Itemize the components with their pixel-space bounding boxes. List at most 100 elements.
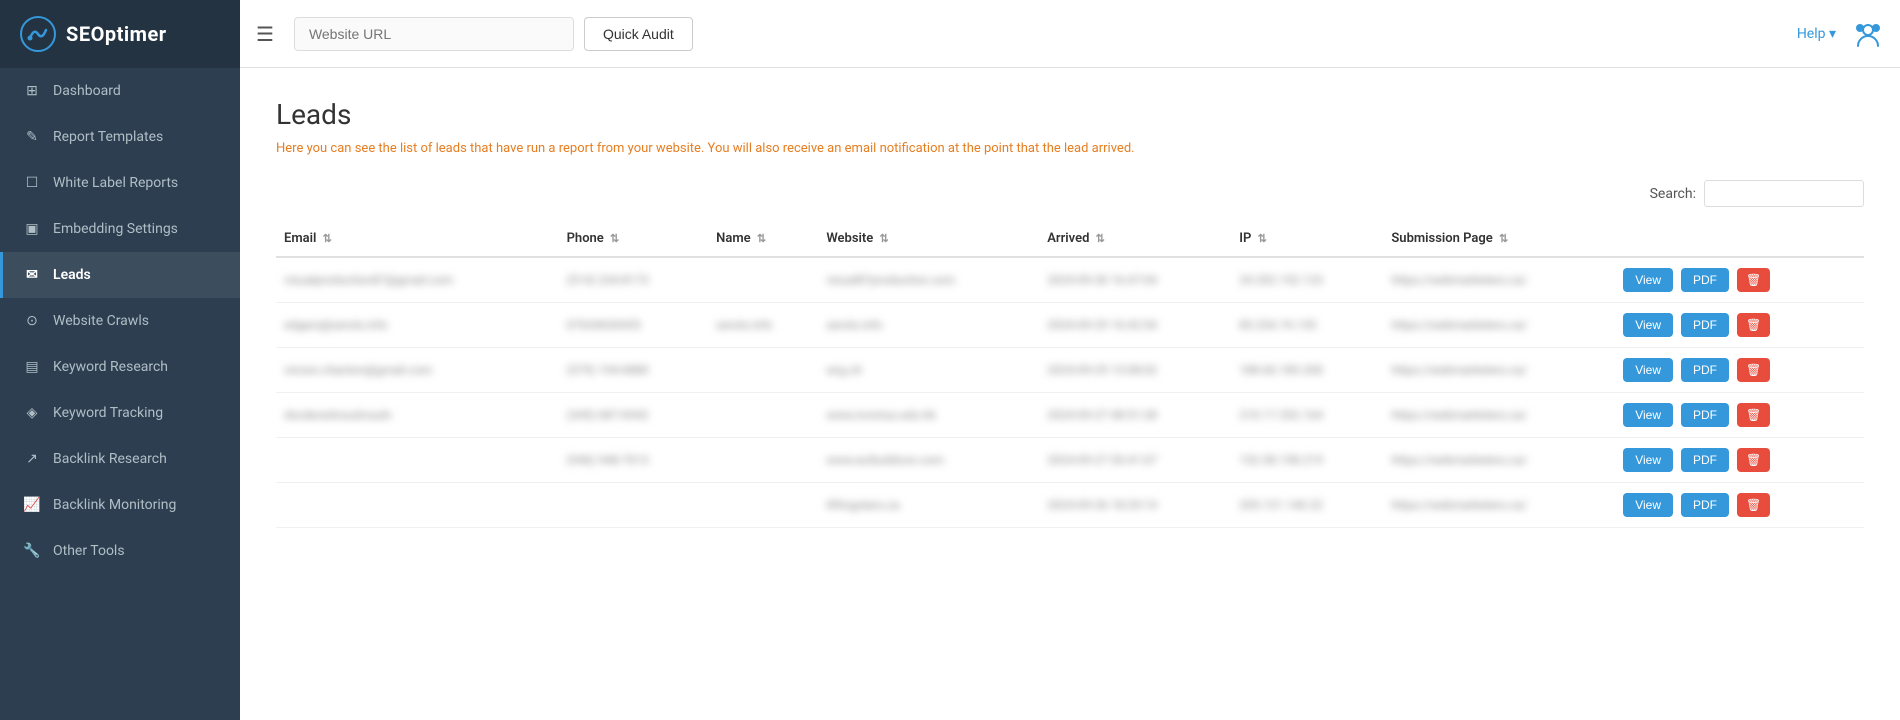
cell-email: dscdevedvsudvsudv [276,393,559,438]
sidebar-item-website-crawls[interactable]: ⊙ Website Crawls [0,298,240,344]
backlink-research-icon: ↗ [23,450,41,468]
col-ip[interactable]: IP ⇅ [1231,221,1383,257]
sidebar-item-label: Leads [53,267,91,283]
col-submission-page[interactable]: Submission Page ⇅ [1383,221,1615,257]
col-arrived[interactable]: Arrived ⇅ [1039,221,1231,257]
search-input[interactable] [1704,180,1864,207]
main-wrapper: ☰ Quick Audit Help ▾ Leads Here you can … [240,0,1900,720]
cell-ip: 85.254.74.135 [1231,303,1383,348]
delete-button[interactable]: 🗑 [1737,403,1770,427]
table-row: liftingstars.ca2024-09-26 18:29:14205.12… [276,483,1864,528]
sidebar-item-label: Other Tools [53,543,125,559]
col-email[interactable]: Email ⇅ [276,221,559,257]
delete-button[interactable]: 🗑 [1737,493,1770,517]
cell-ip: 210.17.252.164 [1231,393,1383,438]
sort-icon-name: ⇅ [757,232,766,245]
sidebar-item-label: Dashboard [53,83,121,99]
sidebar-item-label: Embedding Settings [53,221,178,237]
sidebar-item-label: Keyword Tracking [53,405,163,421]
cell-website: visual87production.com [818,257,1039,303]
cell-email: vincen.chanton@gmail.com [276,348,559,393]
pdf-button[interactable]: PDF [1681,403,1729,427]
cell-name: serols.info [708,303,818,348]
logo: SEOptimer [0,0,240,68]
quick-audit-button[interactable]: Quick Audit [584,17,693,51]
cell-actions: View PDF 🗑 [1615,257,1864,303]
cell-actions: View PDF 🗑 [1615,483,1864,528]
embedding-icon: ▣ [23,220,41,238]
hamburger-button[interactable]: ☰ [256,22,274,46]
sidebar-nav: ⊞ Dashboard ✎ Report Templates ☐ White L… [0,68,240,720]
sidebar-item-dashboard[interactable]: ⊞ Dashboard [0,68,240,114]
view-button[interactable]: View [1623,268,1673,292]
sort-icon-email: ⇅ [323,232,332,245]
delete-button[interactable]: 🗑 [1737,268,1770,292]
pdf-button[interactable]: PDF [1681,358,1729,382]
user-icon[interactable] [1852,18,1884,50]
cell-website: liftingstars.ca [818,483,1039,528]
table-body: visualproduction87@gmail.com(514) 234-81… [276,257,1864,528]
view-button[interactable]: View [1623,448,1673,472]
cell-name [708,393,818,438]
view-button[interactable]: View [1623,493,1673,517]
pdf-button[interactable]: PDF [1681,313,1729,337]
cell-ip: 152.58.198.219 [1231,438,1383,483]
delete-button[interactable]: 🗑 [1737,358,1770,382]
keyword-research-icon: ▤ [23,358,41,376]
cell-email: edgars@serols.info [276,303,559,348]
cell-phone [559,483,709,528]
page-title: Leads [276,98,1864,131]
col-phone[interactable]: Phone ⇅ [559,221,709,257]
cell-email [276,438,559,483]
cell-submission_page: https://webmarketers.ca/ [1383,393,1615,438]
cell-actions: View PDF 🗑 [1615,393,1864,438]
sidebar-item-leads[interactable]: ✉ Leads [0,252,240,298]
cell-submission_page: https://webmarketers.ca/ [1383,303,1615,348]
view-button[interactable]: View [1623,313,1673,337]
col-website[interactable]: Website ⇅ [818,221,1039,257]
delete-button[interactable]: 🗑 [1737,448,1770,472]
app-name: SEOptimer [66,22,167,46]
pdf-button[interactable]: PDF [1681,448,1729,472]
sidebar-item-backlink-research[interactable]: ↗ Backlink Research [0,436,240,482]
delete-button[interactable]: 🗑 [1737,313,1770,337]
pdf-button[interactable]: PDF [1681,268,1729,292]
table-header-row: Email ⇅ Phone ⇅ Name ⇅ Website ⇅ [276,221,1864,257]
other-tools-icon: 🔧 [23,542,41,560]
view-button[interactable]: View [1623,358,1673,382]
pdf-button[interactable]: PDF [1681,493,1729,517]
cell-name [708,348,818,393]
help-link[interactable]: Help ▾ [1797,26,1836,42]
cell-ip: 24.202.152.123 [1231,257,1383,303]
cell-phone: (514) 234-8173 [559,257,709,303]
search-label: Search: [1650,186,1696,202]
cell-email: visualproduction87@gmail.com [276,257,559,303]
sidebar-item-label: Report Templates [53,129,163,145]
sidebar-item-backlink-monitoring[interactable]: 📈 Backlink Monitoring [0,482,240,528]
cell-website: serols.info [818,303,1039,348]
white-label-icon: ☐ [23,174,41,192]
sidebar-item-embedding-settings[interactable]: ▣ Embedding Settings [0,206,240,252]
cell-arrived: 2024-09-27 05:41:07 [1039,438,1231,483]
sort-icon-website: ⇅ [880,232,889,245]
sidebar-item-white-label-reports[interactable]: ☐ White Label Reports [0,160,240,206]
cell-actions: View PDF 🗑 [1615,438,1864,483]
cell-submission_page: https://webmarketers.ca/ [1383,483,1615,528]
sidebar-item-keyword-research[interactable]: ▤ Keyword Research [0,344,240,390]
cell-name [708,438,818,483]
cell-phone: 07634630435 [559,303,709,348]
cell-actions: View PDF 🗑 [1615,303,1864,348]
cell-phone: (345) 687-6942 [559,393,709,438]
sidebar-item-other-tools[interactable]: 🔧 Other Tools [0,528,240,574]
content: Leads Here you can see the list of leads… [240,68,1900,720]
sidebar-item-keyword-tracking[interactable]: ◈ Keyword Tracking [0,390,240,436]
cell-arrived: 2024-09-30 16:47:04 [1039,257,1231,303]
col-name[interactable]: Name ⇅ [708,221,818,257]
view-button[interactable]: View [1623,403,1673,427]
page-description: Here you can see the list of leads that … [276,141,1864,156]
sidebar-item-label: Website Crawls [53,313,149,329]
sidebar-item-report-templates[interactable]: ✎ Report Templates [0,114,240,160]
url-input[interactable] [294,17,574,51]
cell-ip: 188.60.185.200 [1231,348,1383,393]
cell-submission_page: https://webmarketers.ca/ [1383,348,1615,393]
